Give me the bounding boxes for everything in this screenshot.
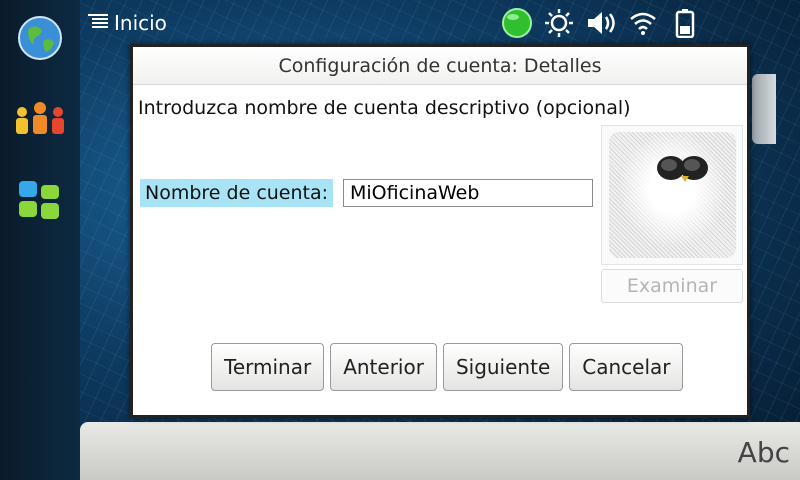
- globe-icon[interactable]: [12, 10, 68, 66]
- side-panel-handle[interactable]: [752, 74, 776, 144]
- avatar-frame: [601, 125, 743, 265]
- presence-icon[interactable]: [500, 6, 534, 40]
- browse-button[interactable]: Examinar: [601, 269, 743, 303]
- dialog-title: Configuración de cuenta: Detalles: [133, 47, 747, 85]
- account-setup-dialog: Configuración de cuenta: Detalles Introd…: [130, 44, 750, 418]
- menu-title[interactable]: Inicio: [88, 11, 167, 35]
- finish-button[interactable]: Terminar: [211, 343, 325, 391]
- avatar-image: [609, 132, 736, 258]
- menu-icon: [88, 11, 108, 35]
- menu-title-label: Inicio: [114, 11, 167, 35]
- instruction-text: Introduzca nombre de cuenta descriptivo …: [138, 97, 631, 119]
- previous-button[interactable]: Anterior: [330, 343, 437, 391]
- status-bar: Inicio: [80, 0, 800, 46]
- account-name-input[interactable]: [343, 179, 593, 207]
- volume-icon[interactable]: [584, 6, 618, 40]
- battery-icon[interactable]: [668, 6, 702, 40]
- dialog-button-row: Terminar Anterior Siguiente Cancelar: [211, 343, 684, 391]
- bottom-bar: Abc: [80, 422, 800, 480]
- wifi-icon[interactable]: [626, 6, 660, 40]
- contacts-icon[interactable]: [12, 90, 68, 146]
- input-mode-indicator[interactable]: Abc: [738, 436, 790, 469]
- account-name-label: Nombre de cuenta:: [140, 179, 334, 207]
- apps-icon[interactable]: [12, 174, 68, 230]
- cancel-button[interactable]: Cancelar: [569, 343, 684, 391]
- brightness-icon[interactable]: [542, 6, 576, 40]
- next-button[interactable]: Siguiente: [442, 343, 564, 391]
- left-rail: [0, 0, 80, 480]
